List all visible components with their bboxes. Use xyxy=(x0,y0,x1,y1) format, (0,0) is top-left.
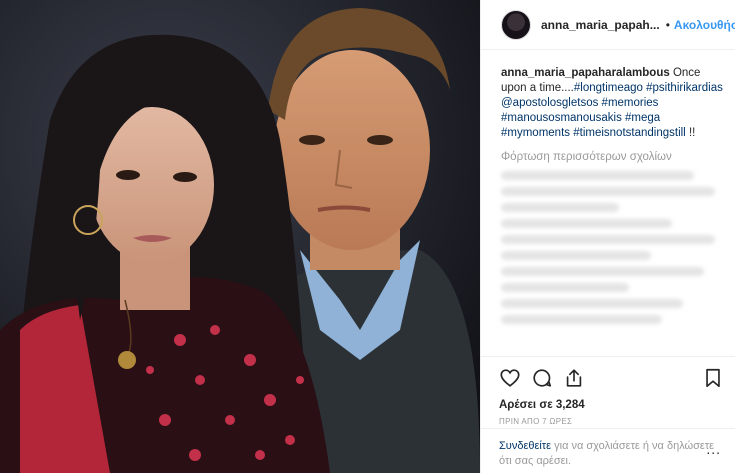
blurred-comments xyxy=(481,163,735,324)
post-caption: anna_maria_papaharalambous Once upon a t… xyxy=(481,50,735,141)
more-options-button[interactable]: ... xyxy=(706,441,721,457)
blurred-comment xyxy=(501,187,715,196)
post-sidebar: anna_maria_papah... • Ακολουθήστε anna_m… xyxy=(480,0,735,473)
post-header: anna_maria_papah... • Ακολουθήστε xyxy=(481,0,735,50)
hashtag-manousosmanousakis[interactable]: #manousosmanousakis xyxy=(501,112,622,124)
login-link[interactable]: Συνδεθείτε xyxy=(499,440,551,452)
avatar[interactable] xyxy=(501,9,531,40)
hashtag-mymoments[interactable]: #mymoments xyxy=(501,127,570,139)
blurred-comment xyxy=(501,171,694,180)
post-photo-image xyxy=(0,0,480,473)
hashtag-longtimeago[interactable]: #longtimeago xyxy=(574,82,643,94)
post-photo[interactable] xyxy=(0,0,480,473)
share-icon[interactable] xyxy=(563,367,585,389)
heart-icon[interactable] xyxy=(499,367,521,389)
bookmark-icon[interactable] xyxy=(702,367,724,389)
blurred-comment xyxy=(501,267,705,276)
blurred-comment xyxy=(501,299,683,308)
blurred-comment xyxy=(501,219,673,228)
blurred-comment xyxy=(501,235,715,244)
blurred-comment xyxy=(501,251,651,260)
hashtag-psithirikardias[interactable]: #psithirikardias xyxy=(646,82,723,94)
post-timestamp: ΠΡΙΝ ΑΠΟ 7 ΩΡΕΣ xyxy=(499,417,573,426)
instagram-post: anna_maria_papah... • Ακολουθήστε anna_m… xyxy=(0,0,735,473)
header-username[interactable]: anna_maria_papah... xyxy=(541,18,660,32)
blurred-comment xyxy=(501,283,630,292)
blurred-comment xyxy=(501,315,662,324)
load-more-comments[interactable]: Φόρτωση περισσότερων σχολίων xyxy=(481,141,735,163)
hashtag-mega[interactable]: #mega xyxy=(625,112,660,124)
likes-count[interactable]: Αρέσει σε 3,284 xyxy=(499,399,724,411)
blurred-comment xyxy=(501,203,619,212)
header-separator: • xyxy=(665,17,670,32)
caption-end: !! xyxy=(685,127,696,139)
caption-username[interactable]: anna_maria_papaharalambous xyxy=(501,67,670,79)
hashtag-timeisnotstandingstill[interactable]: #timeisnotstandingstill xyxy=(573,127,686,139)
login-prompt: Συνδεθείτε για να σχολιάσετε ή να δηλώσε… xyxy=(481,428,735,469)
follow-button[interactable]: Ακολουθήστε xyxy=(674,18,735,32)
hashtag-memories[interactable]: #memories xyxy=(602,97,659,109)
comment-icon[interactable] xyxy=(531,367,553,389)
mention-apostolosgletsos[interactable]: @apostolosgletsos xyxy=(501,97,598,109)
action-icons xyxy=(499,367,724,389)
post-actions: Αρέσει σε 3,284 ΠΡΙΝ ΑΠΟ 7 ΩΡΕΣ xyxy=(481,356,735,426)
